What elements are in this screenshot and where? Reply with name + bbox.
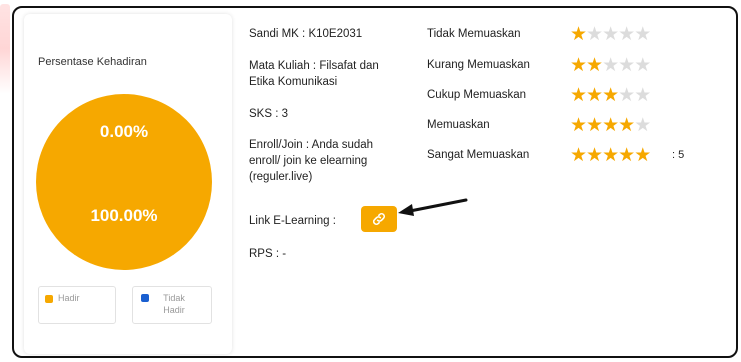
star-icon: ★: [570, 145, 587, 166]
star-icon: ★: [618, 24, 635, 45]
star-icon: ★: [586, 115, 603, 136]
enroll-line2: enroll/ join ke elearning: [249, 155, 368, 167]
star-icon: ★: [618, 85, 635, 106]
rating-label-4: Memuaskan: [427, 119, 490, 131]
attendance-pie-slice-hadir: [36, 94, 212, 270]
pie-label-hadir: 100.00%: [90, 206, 158, 225]
star-icon: ★: [634, 24, 651, 45]
link-elearning-label: Link E-Learning :: [249, 215, 336, 227]
rating-stars-1[interactable]: ★★★★★: [570, 24, 651, 45]
course-name-line1: Mata Kuliah : Filsafat dan: [249, 60, 379, 72]
enroll-line1: Enroll/Join : Anda sudah: [249, 139, 374, 151]
star-icon: ★: [602, 55, 619, 76]
star-icon: ★: [602, 115, 619, 136]
star-icon: ★: [570, 115, 587, 136]
star-icon: ★: [602, 24, 619, 45]
pie-label-tidak-hadir: 0.00%: [99, 122, 149, 141]
attendance-card: Persentase Kehadiran 0.00% 100.00% Hadir…: [24, 14, 232, 354]
star-icon: ★: [634, 55, 651, 76]
selected-rating-value: : 5: [672, 149, 685, 161]
star-icon: ★: [618, 55, 635, 76]
attendance-pie-chart: [36, 94, 212, 270]
rating-stars-3[interactable]: ★★★★★: [570, 85, 651, 106]
course-sks: SKS : 3: [249, 108, 288, 120]
pointer-arrow: [398, 198, 468, 216]
legend-label-hadir: Hadir: [58, 293, 80, 303]
star-icon: ★: [634, 145, 651, 166]
rating-label-5: Sangat Memuaskan: [427, 149, 530, 161]
star-icon: ★: [634, 85, 651, 106]
course-rps: RPS : -: [249, 248, 287, 260]
legend-swatch-tidak-hadir: [141, 294, 149, 302]
rating-stars-2[interactable]: ★★★★★: [570, 55, 651, 76]
star-icon: ★: [586, 55, 603, 76]
rating-stars-4[interactable]: ★★★★★: [570, 115, 651, 136]
background-accent: [0, 4, 10, 94]
star-icon: ★: [602, 85, 619, 106]
rating-label-2: Kurang Memuaskan: [427, 59, 530, 71]
star-icon: ★: [618, 145, 635, 166]
star-icon: ★: [570, 55, 587, 76]
star-icon: ★: [618, 115, 635, 136]
link-icon: [372, 212, 386, 226]
star-icon: ★: [586, 145, 603, 166]
legend-swatch-hadir: [45, 294, 53, 303]
legend-hadir[interactable]: Hadir: [38, 286, 116, 324]
rating-stars-5[interactable]: ★★★★★: [570, 145, 651, 166]
rating-label-3: Cukup Memuaskan: [427, 89, 527, 101]
attendance-title: Persentase Kehadiran: [38, 56, 147, 68]
course-code: Sandi MK : K10E2031: [249, 28, 363, 40]
star-icon: ★: [586, 85, 603, 106]
star-icon: ★: [634, 115, 651, 136]
legend-tidak-hadir[interactable]: Tidak Hadir: [132, 286, 212, 324]
star-icon: ★: [602, 145, 619, 166]
course-name-line2: Etika Komunikasi: [249, 76, 338, 88]
elearning-link-button[interactable]: [361, 206, 397, 232]
star-icon: ★: [570, 24, 587, 45]
rating-label-1: Tidak Memuaskan: [427, 28, 521, 40]
star-icon: ★: [586, 24, 603, 45]
star-icon: ★: [570, 85, 587, 106]
legend-label-tidak-hadir: Tidak Hadir: [163, 293, 185, 315]
enroll-line3: (reguler.live): [249, 171, 313, 183]
